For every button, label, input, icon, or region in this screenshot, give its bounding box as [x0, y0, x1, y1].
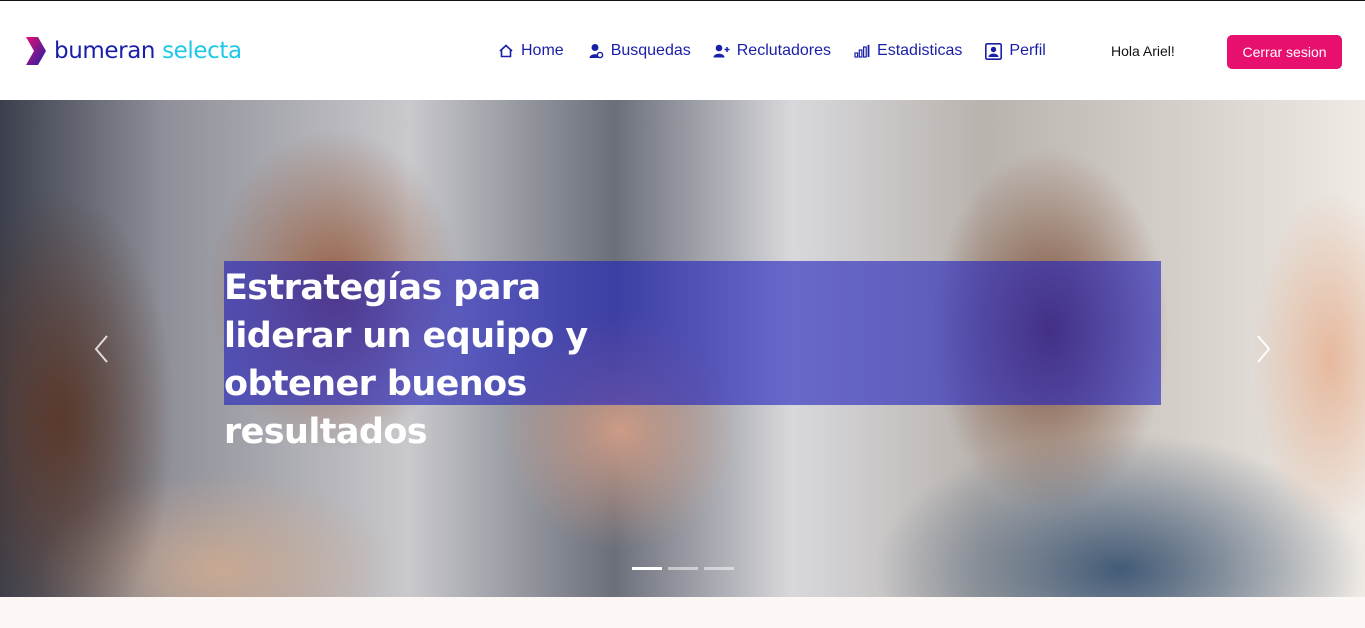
nav-label-home: Home: [521, 42, 564, 59]
nav-label-perfil: Perfil: [1009, 42, 1046, 59]
carousel-next-icon[interactable]: [1253, 334, 1273, 364]
carousel-indicator-1[interactable]: [632, 567, 662, 570]
user-search-icon: [589, 44, 603, 59]
carousel-prev-icon[interactable]: [92, 334, 112, 364]
user-greeting: Hola Ariel!: [1111, 43, 1175, 59]
user-plus-icon: [713, 44, 730, 58]
nav-label-estadisticas: Estadisticas: [877, 42, 963, 59]
home-icon: [499, 44, 513, 58]
brand-name-bumeran: bumeran: [54, 38, 156, 64]
hero-title: Estrategías para liderar un equipo y obt…: [224, 268, 588, 452]
site-header: bumeran selecta Home Busquedas Reclutado…: [0, 1, 1365, 100]
bar-chart-icon: [854, 44, 870, 58]
carousel-indicator-3[interactable]: [704, 567, 734, 570]
brand-logo[interactable]: bumeran selecta: [24, 35, 242, 67]
carousel-indicators: [632, 567, 740, 570]
nav-item-estadisticas[interactable]: Estadisticas: [854, 39, 962, 63]
hero-carousel: Estrategías para liderar un equipo y obt…: [0, 100, 1365, 597]
logo-chevron-icon: [26, 37, 46, 65]
content-section: [0, 597, 1365, 628]
nav-item-home[interactable]: Home: [498, 39, 564, 63]
main-nav: Home Busquedas Reclutadores Estadisticas…: [498, 39, 1046, 63]
logout-button[interactable]: Cerrar sesion: [1227, 35, 1342, 69]
nav-item-perfil[interactable]: Perfil: [985, 39, 1046, 63]
nav-item-reclutadores[interactable]: Reclutadores: [713, 39, 831, 63]
nav-item-busquedas[interactable]: Busquedas: [589, 39, 691, 63]
carousel-indicator-2[interactable]: [668, 567, 698, 570]
brand-name-selecta: selecta: [162, 38, 242, 64]
profile-card-icon: [985, 42, 1003, 60]
nav-label-reclutadores: Reclutadores: [736, 42, 832, 59]
nav-label-busquedas: Busquedas: [610, 42, 691, 59]
